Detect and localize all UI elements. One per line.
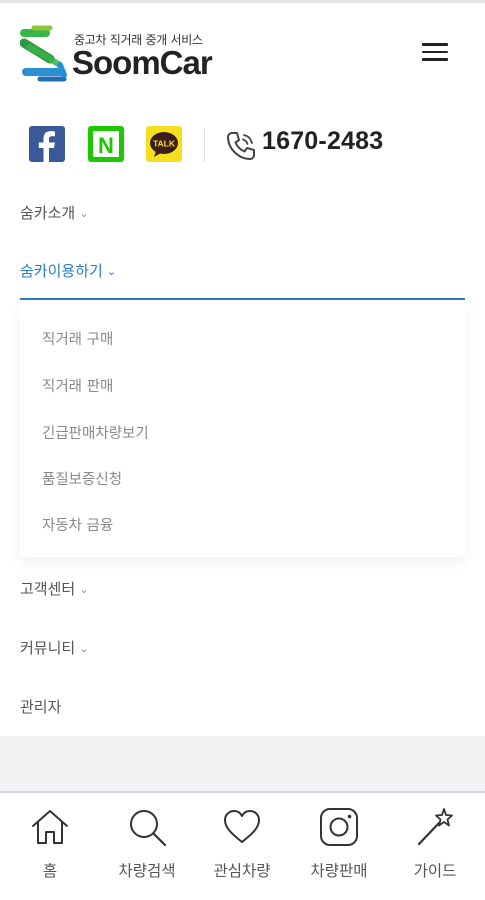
facebook-icon[interactable]: [29, 126, 65, 162]
phone-icon: [227, 132, 255, 160]
submenu-item-warranty[interactable]: 품질보증신청: [42, 468, 122, 489]
chevron-down-icon: ⌄: [79, 583, 89, 596]
submenu-how-to-use: 직거래 구매 직거래 판매 긴급판매차량보기 품질보증신청 자동차 금융: [20, 301, 465, 557]
contact-divider: [204, 128, 205, 162]
bottom-nav-car-search[interactable]: 차량검색: [102, 807, 192, 887]
soomcar-logo[interactable]: 중고차 직거래 중개 서비스 SoomCar: [20, 25, 235, 85]
nav-item-label: 관리자: [20, 698, 62, 716]
bottom-nav-guide[interactable]: 가이드: [390, 807, 480, 887]
hamburger-menu-icon[interactable]: [422, 43, 448, 65]
bottom-nav-label: 가이드: [413, 862, 457, 880]
bottom-nav-car-sell[interactable]: 차량판매: [294, 807, 384, 887]
bottom-nav-label: 차량검색: [118, 862, 176, 880]
nav-item-community[interactable]: 커뮤니티 ⌄: [20, 637, 88, 658]
active-nav-underline: [20, 298, 465, 300]
site-header: 중고차 직거래 중개 서비스 SoomCar: [0, 3, 485, 95]
bottom-nav-favorites[interactable]: 관심차량: [197, 807, 287, 887]
instagram-icon: [320, 808, 358, 846]
logo-brand-name: SoomCar: [72, 44, 213, 81]
kakaotalk-letters: TALK: [153, 139, 176, 149]
chevron-down-icon: ⌄: [79, 207, 89, 220]
magic-wand-icon: [417, 808, 453, 846]
naver-letter: N: [98, 133, 114, 158]
kakaotalk-icon[interactable]: TALK: [146, 126, 182, 162]
nav-item-label: 숨카이용하기: [20, 262, 103, 280]
bottom-nav-home[interactable]: 홈: [5, 807, 95, 887]
chevron-down-icon: ⌄: [79, 642, 89, 655]
naver-icon[interactable]: N: [88, 126, 124, 162]
nav-item-how-to-use[interactable]: 숨카이용하기 ⌄: [20, 260, 116, 281]
submenu-item-car-finance[interactable]: 자동차 금융: [42, 514, 113, 535]
home-icon: [32, 810, 68, 844]
soomcar-logo-mark-icon: [20, 25, 67, 82]
nav-item-admin[interactable]: 관리자: [20, 696, 61, 717]
submenu-item-urgent-sale[interactable]: 긴급판매차량보기: [42, 422, 149, 443]
heart-icon: [224, 810, 260, 843]
submenu-item-direct-sell[interactable]: 직거래 판매: [42, 375, 113, 396]
nav-item-about[interactable]: 숨카소개 ⌄: [20, 202, 88, 223]
nav-item-label: 숨카소개: [20, 204, 76, 222]
bottom-nav-label: 홈: [42, 862, 58, 880]
contact-bar: N TALK 1670-2483: [0, 120, 485, 170]
chevron-down-icon: ⌄: [106, 265, 117, 278]
bottom-nav-label: 관심차량: [213, 862, 271, 880]
nav-item-customer-center[interactable]: 고객센터 ⌄: [20, 578, 88, 599]
nav-item-label: 커뮤니티: [20, 639, 76, 657]
content-background: [0, 736, 485, 792]
bottom-nav-label: 차량판매: [310, 862, 368, 880]
search-icon: [130, 810, 167, 847]
phone-number[interactable]: 1670-2483: [262, 127, 383, 156]
nav-item-label: 고객센터: [20, 580, 76, 598]
submenu-item-direct-buy[interactable]: 직거래 구매: [42, 328, 113, 349]
bottom-navigation: 홈 차량검색 관심차량 차량판매 가이드: [0, 793, 485, 900]
